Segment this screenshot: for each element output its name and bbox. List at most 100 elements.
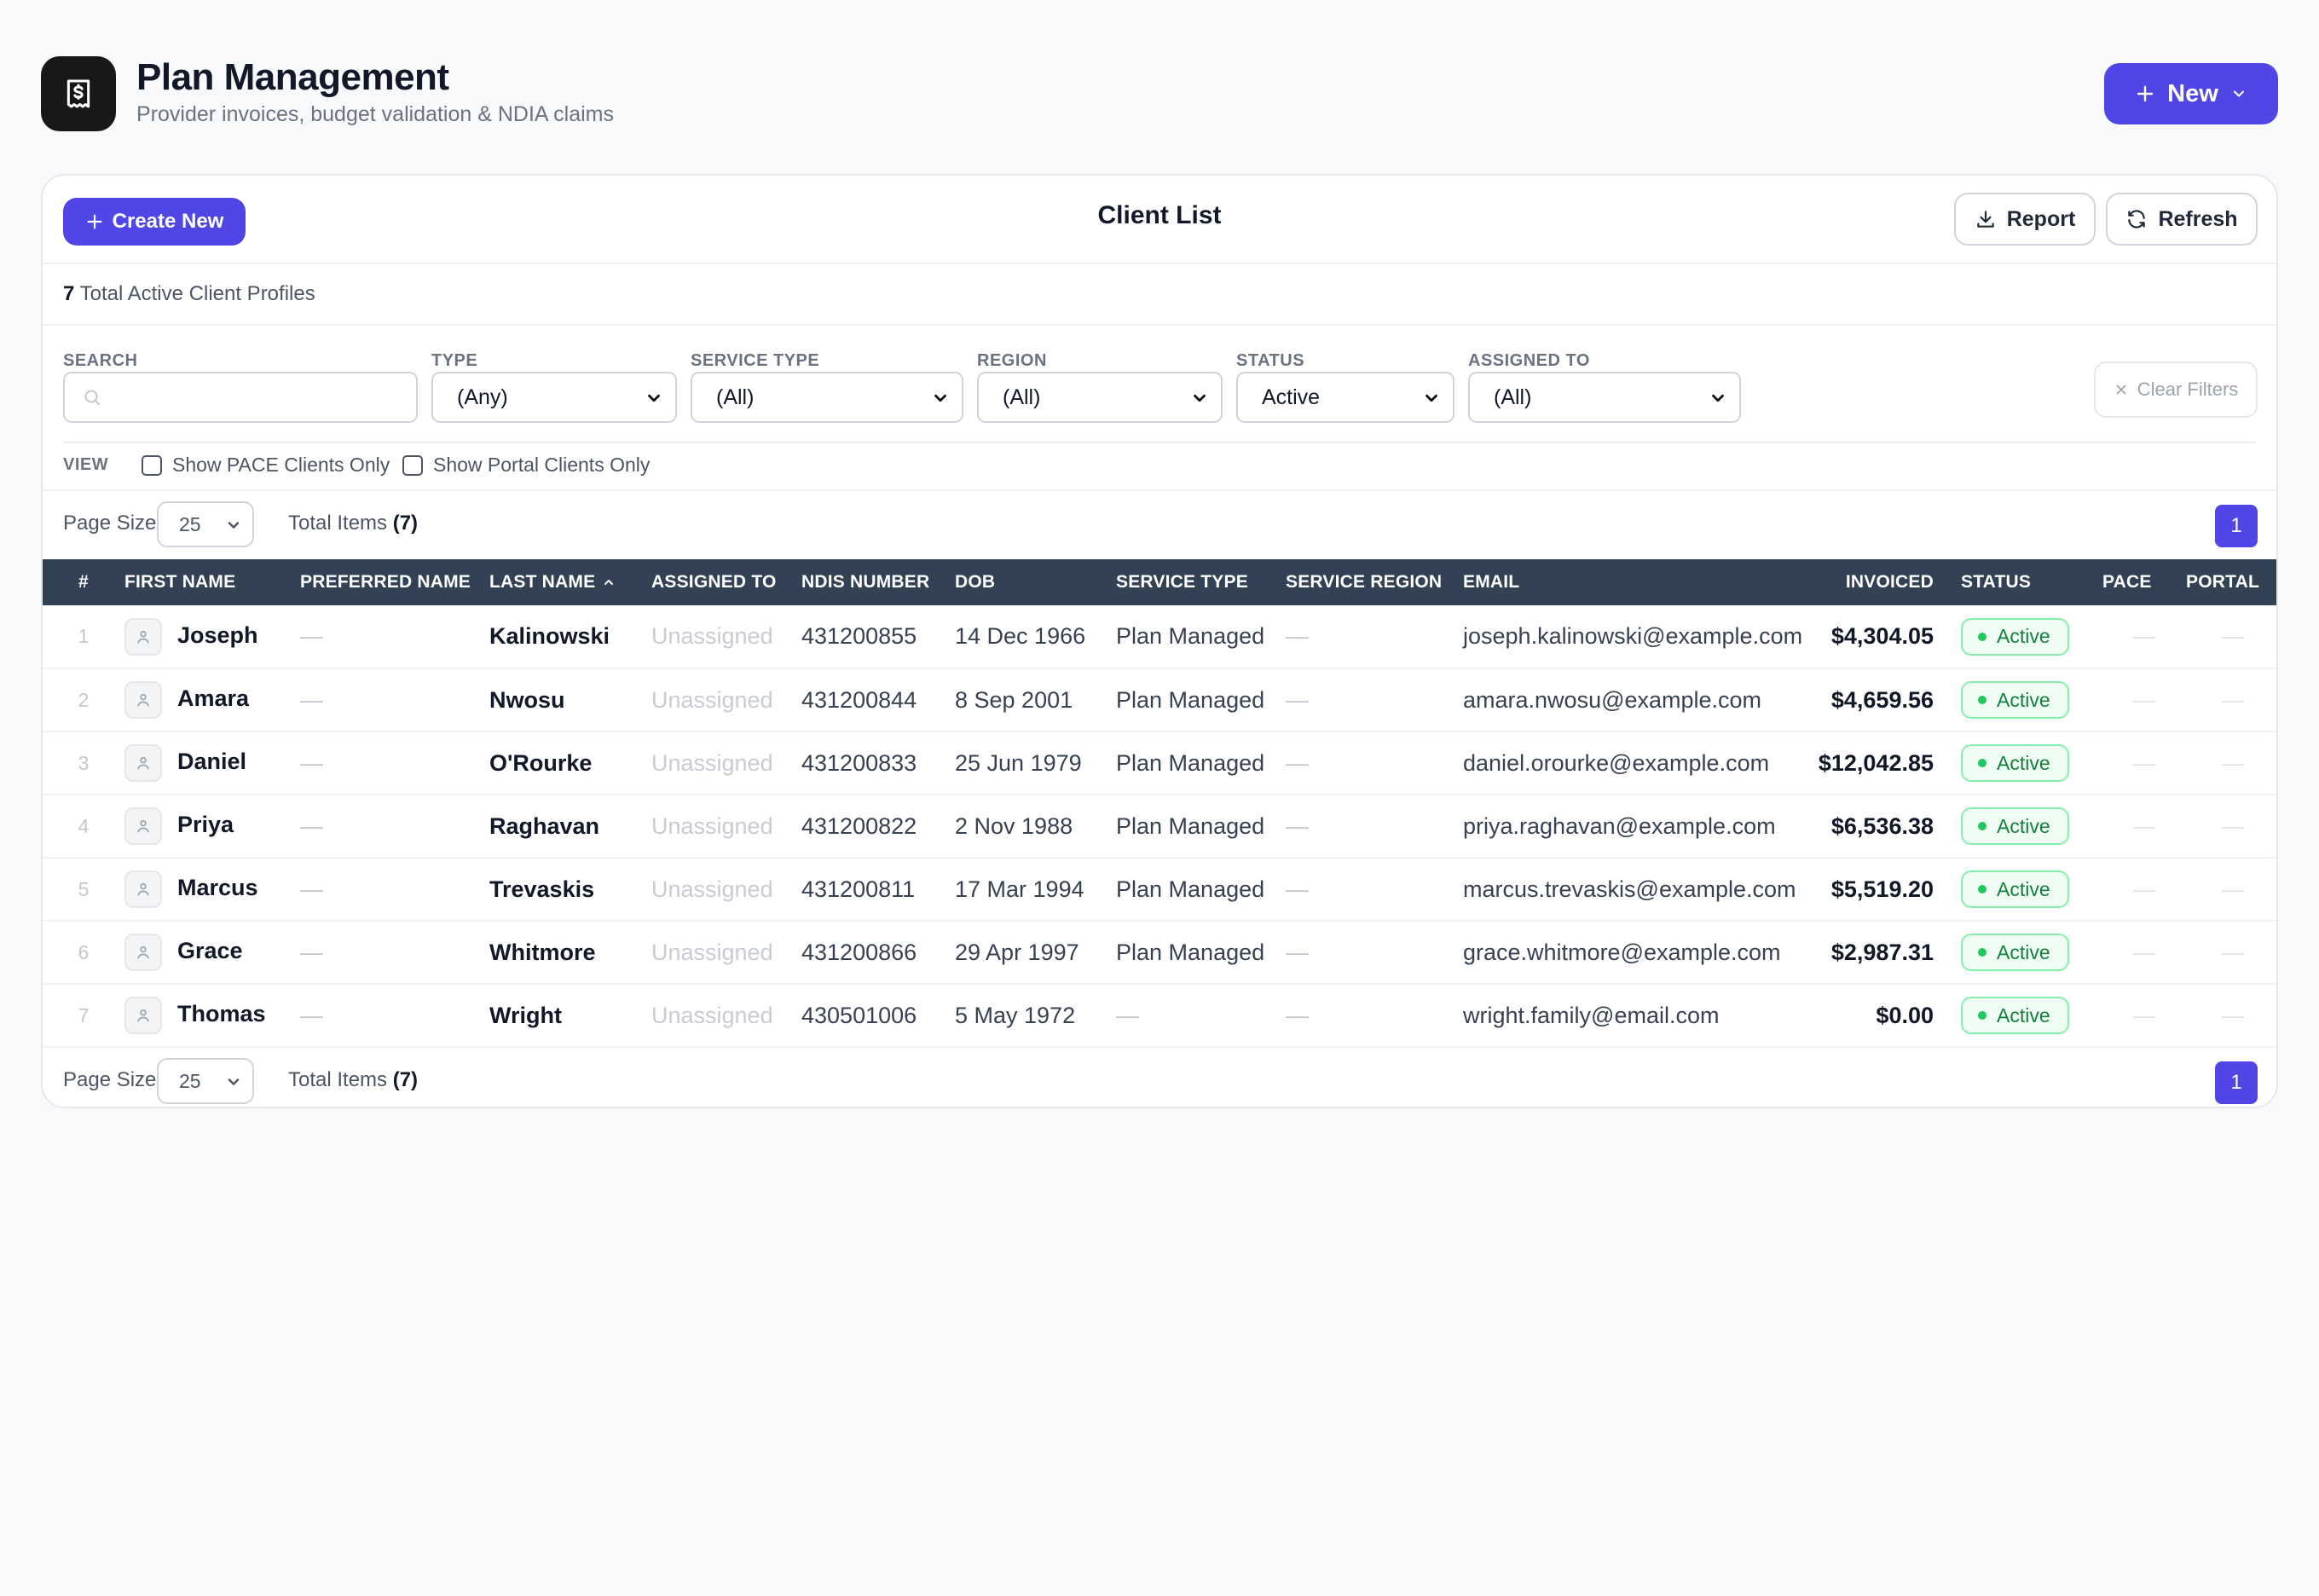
portal-cell: — — [2221, 939, 2245, 965]
status-cell: Active — [1961, 605, 2102, 668]
refresh-label: Refresh — [2158, 206, 2238, 231]
chevron-down-icon — [2233, 90, 2244, 97]
service-region-cell: — — [1286, 939, 1309, 965]
service-type-cell: — — [1116, 1002, 1139, 1028]
user-icon — [137, 756, 149, 770]
total-items-value: (7) — [392, 1068, 419, 1091]
search-label: SEARCH — [63, 351, 138, 370]
portal-only-checkbox[interactable]: Show Portal Clients Only — [402, 454, 650, 477]
service-region-cell: — — [1286, 812, 1309, 839]
type-select[interactable]: (Any) — [431, 372, 677, 423]
table-body: 1 Joseph — Kalinowski Unassigned 431200855 14 … — [43, 605, 2276, 1047]
search-input[interactable] — [63, 372, 418, 423]
preferred-name-cell: — — [300, 623, 323, 649]
close-icon — [2116, 385, 2126, 395]
chevron-down-icon — [1712, 394, 1724, 402]
page-size-select[interactable]: 25 — [157, 501, 254, 547]
last-name-cell[interactable]: Trevaskis — [489, 858, 651, 921]
page-title: Plan Management — [136, 56, 449, 98]
avatar — [124, 934, 162, 971]
status-cell: Active — [1961, 668, 2102, 732]
avatar — [124, 807, 162, 845]
status-badge: Active — [1961, 681, 2069, 719]
client-count-summary: 7 Total Active Client Profiles — [43, 264, 2276, 326]
service-region-cell: — — [1286, 686, 1309, 713]
total-items: Total Items (7) — [288, 1068, 418, 1092]
assigned-to-cell: Unassigned — [651, 623, 773, 649]
preferred-name-cell: — — [300, 876, 323, 902]
col-last-name[interactable]: LAST NAME — [489, 559, 651, 605]
dob-cell: 5 May 1972 — [955, 1002, 1076, 1028]
type-value: (Any) — [457, 385, 508, 409]
last-name-cell[interactable]: Whitmore — [489, 921, 651, 984]
first-name-cell[interactable]: Daniel — [124, 732, 300, 795]
col-service-type[interactable]: SERVICE TYPE — [1116, 559, 1286, 605]
service-type-select[interactable]: (All) — [691, 372, 963, 423]
report-button[interactable]: Report — [1954, 193, 2096, 246]
table-row[interactable]: 5 Marcus — Trevaskis Unassigned 431200811 17 M… — [43, 858, 2276, 921]
table-row[interactable]: 3 Daniel — O'Rourke Unassigned 431200833 25 Ju… — [43, 732, 2276, 795]
col-pace[interactable]: PACE — [2102, 559, 2186, 605]
first-name-cell[interactable]: Marcus — [124, 858, 300, 921]
assigned-to-select[interactable]: (All) — [1468, 372, 1741, 423]
col-preferred-name[interactable]: PREFERRED NAME — [300, 559, 489, 605]
region-select[interactable]: (All) — [977, 372, 1223, 423]
pager-top: Page Size 25 Total Items (7) 1 — [43, 491, 2276, 559]
col-status[interactable]: STATUS — [1961, 559, 2102, 605]
status-badge: Active — [1961, 807, 2069, 845]
col-invoiced[interactable]: INVOICED — [1799, 559, 1961, 605]
first-name-cell[interactable]: Amara — [124, 668, 300, 732]
ndis-number-cell: 431200833 — [801, 749, 917, 776]
status-select[interactable]: Active — [1236, 372, 1454, 423]
portal-only-checkbox-box[interactable] — [402, 454, 423, 476]
status-cell: Active — [1961, 984, 2102, 1047]
col-portal[interactable]: PORTAL — [2186, 559, 2276, 605]
refresh-button[interactable]: Refresh — [2106, 193, 2258, 246]
last-name-cell[interactable]: O'Rourke — [489, 732, 651, 795]
portal-cell: — — [2221, 749, 2245, 776]
status-value: Active — [1262, 385, 1321, 409]
download-icon — [1976, 211, 1994, 228]
last-name-cell[interactable]: Raghavan — [489, 795, 651, 858]
col-ndis-number[interactable]: NDIS NUMBER — [801, 559, 955, 605]
first-name: Joseph — [177, 622, 258, 648]
table-row[interactable]: 2 Amara — Nwosu Unassigned 431200844 8 Sep 200… — [43, 668, 2276, 732]
col-assigned-to[interactable]: ASSIGNED TO — [651, 559, 801, 605]
table-row[interactable]: 1 Joseph — Kalinowski Unassigned 431200855 14 … — [43, 605, 2276, 668]
last-name-cell[interactable]: Kalinowski — [489, 605, 651, 668]
last-name-cell[interactable]: Nwosu — [489, 668, 651, 732]
page-button-1[interactable]: 1 — [2215, 505, 2258, 547]
row-number: 2 — [78, 688, 90, 711]
status-text: Active — [1997, 940, 2050, 963]
status-text: Active — [1997, 688, 2050, 711]
table-row[interactable]: 6 Grace — Whitmore Unassigned 431200866 29 Apr… — [43, 921, 2276, 984]
col-service-region[interactable]: SERVICE REGION — [1286, 559, 1463, 605]
table-row[interactable]: 4 Priya — Raghavan Unassigned 431200822 2 Nov … — [43, 795, 2276, 858]
status-dot — [1978, 632, 1986, 641]
col-email[interactable]: EMAIL — [1463, 559, 1799, 605]
row-number: 6 — [78, 940, 90, 963]
pace-only-checkbox-box[interactable] — [142, 454, 162, 476]
status-badge: Active — [1961, 934, 2069, 971]
page-header: Plan Management Provider invoices, budge… — [41, 56, 2278, 133]
user-icon — [137, 693, 149, 707]
clear-filters-button[interactable]: Clear Filters — [2094, 361, 2258, 418]
pace-only-checkbox[interactable]: Show PACE Clients Only — [142, 454, 390, 477]
client-count-text: Total Active Client Profiles — [79, 282, 315, 305]
row-number: 3 — [78, 751, 90, 774]
first-name-cell[interactable]: Priya — [124, 795, 300, 858]
status-badge: Active — [1961, 997, 2069, 1034]
chevron-down-icon — [648, 394, 660, 402]
first-name-cell[interactable]: Joseph — [124, 605, 300, 668]
table-row[interactable]: 7 Thomas — Wright Unassigned 430501006 5 May 1… — [43, 984, 2276, 1047]
col-number[interactable]: # — [43, 559, 124, 605]
page-button-1[interactable]: 1 — [2215, 1061, 2258, 1104]
last-name-cell[interactable]: Wright — [489, 984, 651, 1047]
first-name-cell[interactable]: Grace — [124, 921, 300, 984]
page-size-select[interactable]: 25 — [157, 1058, 254, 1104]
first-name-cell[interactable]: Thomas — [124, 984, 300, 1047]
col-first-name[interactable]: FIRST NAME — [124, 559, 300, 605]
col-dob[interactable]: DOB — [955, 559, 1116, 605]
preferred-name-cell: — — [300, 812, 323, 839]
new-button[interactable]: New — [2104, 63, 2278, 124]
